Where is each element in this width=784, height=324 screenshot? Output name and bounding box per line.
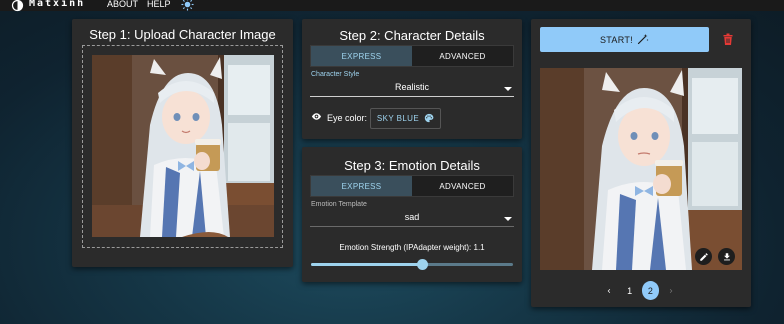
character-style-value: Realistic bbox=[394, 82, 429, 92]
tab-express[interactable]: EXPRESS bbox=[311, 176, 412, 196]
character-details-card: Step 2: Character Details EXPRESS ADVANC… bbox=[302, 19, 522, 139]
emotion-template-select[interactable]: sad bbox=[310, 211, 514, 227]
eye-color-row: Eye color: bbox=[311, 111, 367, 124]
select-underline bbox=[310, 226, 514, 227]
upload-dropzone[interactable] bbox=[82, 45, 283, 248]
page-2[interactable]: 2 bbox=[641, 281, 660, 300]
pagination: 1 2 bbox=[600, 281, 680, 300]
select-underline bbox=[310, 96, 514, 97]
trash-icon[interactable] bbox=[722, 33, 734, 51]
chevron-down-icon bbox=[504, 87, 512, 91]
step2-title: Step 2: Character Details bbox=[339, 28, 485, 43]
eye-color-button[interactable]: SKY BLUE bbox=[370, 108, 441, 129]
step3-title: Step 3: Emotion Details bbox=[344, 158, 480, 173]
character-style-label: Character Style bbox=[311, 71, 360, 78]
eye-icon bbox=[311, 111, 322, 124]
logo-icon bbox=[11, 0, 24, 14]
emotion-details-card: Step 3: Emotion Details EXPRESS ADVANCED… bbox=[302, 147, 522, 282]
chevron-left-icon[interactable] bbox=[600, 281, 618, 300]
result-card: START! 1 2 bbox=[531, 19, 751, 307]
eye-color-value: SKY BLUE bbox=[376, 114, 420, 123]
start-button[interactable]: START! bbox=[540, 27, 709, 52]
emotion-mode-toggle: EXPRESS ADVANCED bbox=[310, 175, 514, 197]
top-bar: Matxinh ABOUT HELP bbox=[0, 0, 784, 14]
tab-advanced[interactable]: ADVANCED bbox=[412, 176, 513, 196]
emotion-strength-slider[interactable] bbox=[311, 259, 513, 270]
nav-about[interactable]: ABOUT bbox=[107, 0, 138, 9]
magic-wand-icon bbox=[637, 33, 649, 47]
pencil-icon[interactable] bbox=[695, 248, 712, 265]
tab-advanced[interactable]: ADVANCED bbox=[412, 46, 513, 66]
slider-thumb[interactable] bbox=[417, 259, 429, 270]
nav-help[interactable]: HELP bbox=[147, 0, 171, 9]
step1-title: Step 1: Upload Character Image bbox=[89, 27, 276, 42]
slider-fill bbox=[311, 263, 423, 266]
start-button-label: START! bbox=[600, 34, 633, 45]
emotion-template-value: sad bbox=[404, 212, 420, 222]
eye-color-label: Eye color: bbox=[327, 112, 368, 123]
chevron-down-icon bbox=[504, 217, 512, 221]
page-1[interactable]: 1 bbox=[621, 281, 639, 300]
palette-icon bbox=[424, 113, 434, 125]
upload-card: Step 1: Upload Character Image bbox=[72, 19, 293, 267]
mode-toggle: EXPRESS ADVANCED bbox=[310, 45, 514, 67]
chevron-right-icon[interactable] bbox=[662, 281, 680, 300]
emotion-strength-label: Emotion Strength (IPAdapter weight): 1.1 bbox=[339, 243, 485, 252]
brightness-icon[interactable] bbox=[181, 0, 194, 13]
tab-express[interactable]: EXPRESS bbox=[311, 46, 412, 66]
download-icon[interactable] bbox=[718, 248, 735, 265]
brand-name[interactable]: Matxinh bbox=[29, 0, 85, 9]
result-image bbox=[540, 68, 742, 270]
emotion-template-label: Emotion Template bbox=[311, 201, 367, 208]
character-style-select[interactable]: Realistic bbox=[310, 81, 514, 97]
character-image bbox=[92, 55, 274, 237]
